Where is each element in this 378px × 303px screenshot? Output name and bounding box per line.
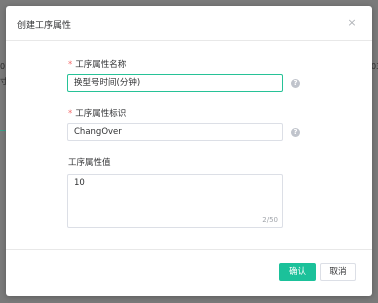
textarea-value: 10 xyxy=(74,178,85,188)
name-label-text: 工序属性名称 xyxy=(75,60,127,70)
name-field-label: * 工序属性名称 xyxy=(68,58,126,70)
code-field-label: * 工序属性标识 xyxy=(68,107,126,119)
code-label-text: 工序属性标识 xyxy=(75,109,127,119)
help-icon[interactable]: ? xyxy=(291,79,300,88)
close-icon[interactable]: × xyxy=(346,17,358,29)
create-process-attribute-dialog: 创建工序属性 × * 工序属性名称 换型号时间(分钟) ? * 工序属性标识 Cha… xyxy=(6,6,372,296)
dialog-title: 创建工序属性 xyxy=(17,21,72,31)
cancel-button[interactable]: 取消 xyxy=(320,263,356,281)
character-counter: 2/50 xyxy=(262,216,278,224)
footer-divider xyxy=(6,249,372,250)
background-text: 0 xyxy=(0,62,6,71)
required-mark: * xyxy=(68,60,73,70)
attribute-code-input[interactable]: ChangOver xyxy=(67,123,283,141)
help-icon[interactable]: ? xyxy=(291,128,300,137)
confirm-button[interactable]: 确认 xyxy=(279,263,316,281)
value-field-label: 工序属性值 xyxy=(68,158,111,168)
attribute-value-textarea[interactable]: 10 2/50 xyxy=(67,174,283,228)
background-text: 03 xyxy=(371,62,378,71)
dialog-header: 创建工序属性 × xyxy=(6,6,372,40)
required-mark: * xyxy=(68,109,73,119)
attribute-name-input[interactable]: 换型号时间(分钟) xyxy=(67,74,283,92)
header-divider xyxy=(6,40,372,41)
